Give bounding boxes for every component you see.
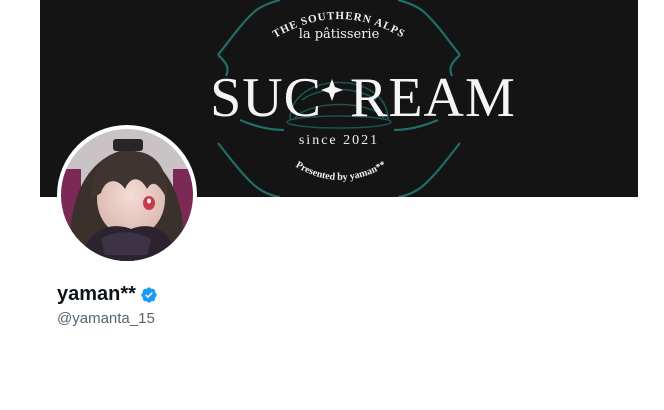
banner-brand-right: REAM [350, 67, 516, 129]
banner-since: since 2021 [299, 133, 379, 148]
verified-badge-icon [140, 286, 158, 304]
banner-subtitle: la pâtisserie [299, 27, 380, 42]
display-name: yaman** [57, 283, 136, 305]
avatar[interactable] [57, 125, 197, 265]
banner-presented: Presented by yaman** [294, 159, 388, 183]
profile-handle: @yamanta_15 [57, 310, 155, 327]
name-row: yaman** [57, 283, 158, 306]
profile-page: THE SOUTHERN ALPS la pâtisserie SUC REAM… [0, 0, 664, 410]
avatar-image [61, 129, 193, 261]
banner-brand-left: SUC [210, 67, 322, 129]
